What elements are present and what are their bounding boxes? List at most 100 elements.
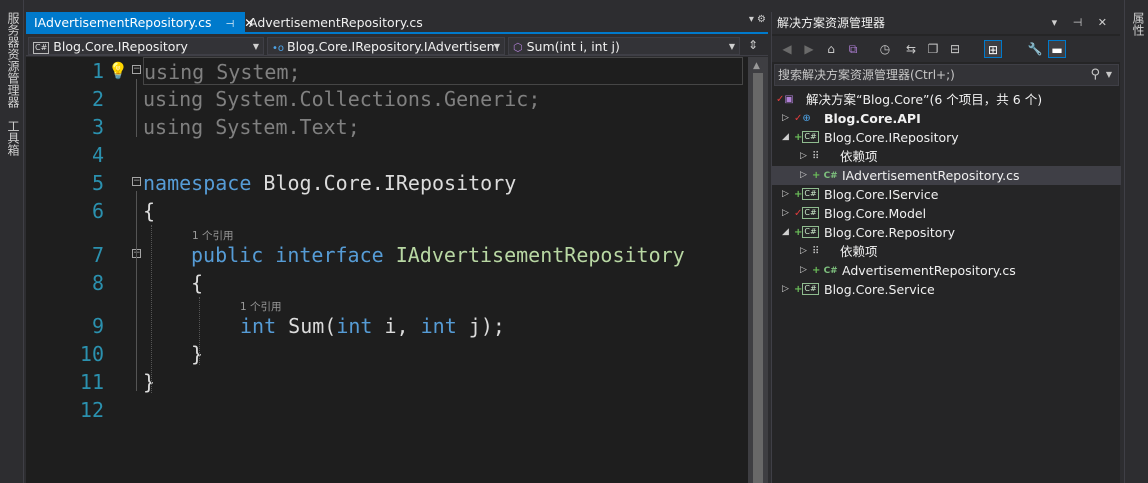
code-text[interactable]: using System; [143,57,743,85]
preview-icon[interactable]: ▬ [1048,40,1066,58]
home-icon[interactable]: ⌂ [822,40,840,58]
code-text[interactable]: { [191,269,203,297]
solution-search-input[interactable]: 搜索解决方案资源管理器(Ctrl+;) ⚲ ▼ [774,64,1119,86]
vs-switch-icon[interactable]: ⧉ [844,40,862,58]
code-token: } [191,342,204,366]
code-text[interactable]: using System.Collections.Generic; [143,85,540,113]
copy-icon[interactable]: ❐ [924,40,942,58]
history-icon[interactable]: ◷ [876,40,894,58]
project-dropdown[interactable]: C# Blog.Core.IRepository ▼ [28,37,264,55]
search-icon[interactable]: ⚲ [1090,65,1100,85]
pin-icon[interactable]: ⊣ [225,19,234,30]
tree-item-label: Blog.Core.Service [824,282,935,297]
chevron-down-icon: ▼ [252,42,259,51]
expand-arrow-icon[interactable]: ▷ [782,109,789,128]
line-number: 8 [91,271,104,295]
tab-label: IAdvertisementRepository.cs [34,15,212,30]
code-text[interactable]: } [143,368,155,396]
csharp-project-icon: + C# [794,131,819,143]
code-text[interactable]: int Sum(int i, int j); [240,312,505,340]
tree-item[interactable]: ▷ ⠿ 依赖项 [772,147,1121,166]
expand-arrow-icon[interactable]: ▷ [800,261,807,280]
code-text[interactable]: public interface IAdvertisementRepositor… [191,241,685,269]
tree-item[interactable]: ▷ + C# Blog.Core.Service [772,280,1121,299]
code-token: System.Collections.Generic; [215,87,541,111]
tab-advertisementrepository[interactable]: AdvertisementRepository.cs [241,12,431,33]
tree-item[interactable]: ▷ ✓ C# Blog.Core.Model [772,204,1121,223]
code-token: Blog.Core.IRepository [251,171,517,195]
code-text[interactable]: using System.Text; [143,113,360,141]
solution-icon: ✓▣ [776,94,794,105]
code-line: 10 } [26,340,748,368]
tree-item[interactable]: ▷ + C# Blog.Core.IService [772,185,1121,204]
panel-title: 解决方案资源管理器 [777,16,886,30]
vertical-scrollbar[interactable]: ▲ [748,57,768,483]
code-area[interactable]: 💡 1 − using System; 2 using System.Colle… [26,57,748,483]
csharp-project-icon: + C# [794,226,819,238]
solution-explorer-panel: 解决方案资源管理器 ▾ ⊣ ✕ ◀ ▶ ⌂ ⧉ ◷ ⇆ ❐ ⊟ ⊞ 🔧 ▬ 搜索… [771,12,1121,483]
collapse-icon[interactable]: ⊟ [946,40,964,58]
properties-icon[interactable]: 🔧 [1026,40,1044,58]
tree-item-label: Blog.Core.IService [824,187,939,202]
collapse-icon[interactable]: − [132,177,141,186]
code-text[interactable]: namespace Blog.Core.IRepository [143,169,516,197]
csharp-project-icon: + C# [794,283,819,295]
chevron-down-icon: ▼ [728,42,735,51]
code-token: } [143,370,156,394]
expand-arrow-icon[interactable]: ▷ [782,280,789,299]
code-line: 5 − namespace Blog.Core.IRepository [26,169,748,197]
tree-item[interactable]: ◢ + C# Blog.Core.Repository [772,223,1121,242]
chevron-down-icon[interactable]: ▼ [1106,65,1112,85]
show-all-icon[interactable]: ⊞ [984,40,1002,58]
expand-arrow-icon[interactable]: ▷ [800,147,807,166]
indent-guide [151,225,152,393]
member-dropdown-value: Sum(int i, int j) [526,39,620,54]
expand-arrow-icon[interactable]: ▷ [800,242,807,261]
properties-tab[interactable]: 属性 [1130,12,1147,36]
dependencies-icon: ⠿ [812,151,820,162]
code-text[interactable]: { [143,197,155,225]
server-explorer-tab[interactable]: 服务器资源管理器 [5,12,22,108]
collapse-icon[interactable]: − [132,65,141,74]
scrollbar-thumb[interactable] [753,73,763,483]
code-line: 4 [26,141,748,169]
left-tool-rail: 服务器资源管理器 工具箱 [0,0,24,483]
expanded-arrow-icon[interactable]: ◢ [782,223,789,242]
expand-arrow-icon[interactable]: ▷ [782,185,789,204]
expand-arrow-icon[interactable]: ▷ [800,166,807,185]
tree-item[interactable]: ✓▣ 解决方案“Blog.Core”(6 个项目，共 6 个) [772,90,1121,109]
tree-item[interactable]: ▷ ✓⊕ Blog.Core.API [772,109,1121,128]
interface-icon: •o [272,43,285,54]
code-token: Sum( [276,314,337,338]
code-token: { [191,271,204,295]
tree-item[interactable]: ▷ + C# IAdvertisementRepository.cs [772,166,1121,185]
code-line: 1 − using System; [26,57,748,85]
member-dropdown[interactable]: ⬡ Sum(int i, int j) ▼ [508,37,740,55]
code-line: 8 { [26,269,748,297]
split-window-icon[interactable]: ⇕ [748,38,758,52]
solution-explorer-toolbar: ◀ ▶ ⌂ ⧉ ◷ ⇆ ❐ ⊟ ⊞ 🔧 ▬ [772,36,1121,62]
navigation-bar: C# Blog.Core.IRepository ▼ •o Blog.Core.IR… [26,36,768,56]
back-icon[interactable]: ◀ [778,40,796,58]
scroll-up-icon[interactable]: ▲ [753,61,760,71]
expand-arrow-icon[interactable]: ▷ [782,204,789,223]
tab-overflow-menu-icon[interactable]: ▾ ⚙ [749,14,766,25]
tree-item[interactable]: ◢ + C# Blog.Core.IRepository [772,128,1121,147]
type-dropdown[interactable]: •o Blog.Core.IRepository.IAdvertisem ▼ [267,37,505,55]
line-number: 3 [91,115,104,139]
csharp-file-icon: + C# [812,265,838,276]
tab-iadvertisementrepository[interactable]: IAdvertisementRepository.cs ⊣ ✕ [26,12,254,33]
expanded-arrow-icon[interactable]: ◢ [782,128,789,147]
tree-item[interactable]: ▷ ⠿ 依赖项 [772,242,1121,261]
forward-icon[interactable]: ▶ [800,40,818,58]
tree-item[interactable]: ▷ + C# AdvertisementRepository.cs [772,261,1121,280]
sync-icon[interactable]: ⇆ [902,40,920,58]
toolbox-tab[interactable]: 工具箱 [5,120,22,156]
panel-window-controls[interactable]: ▾ ⊣ ✕ [1052,12,1113,34]
chevron-down-icon: ▼ [493,42,500,51]
document-tab-bar: IAdvertisementRepository.cs ⊣ ✕ Advertis… [26,12,768,34]
line-number: 2 [91,87,104,111]
code-text[interactable]: } [191,340,203,368]
